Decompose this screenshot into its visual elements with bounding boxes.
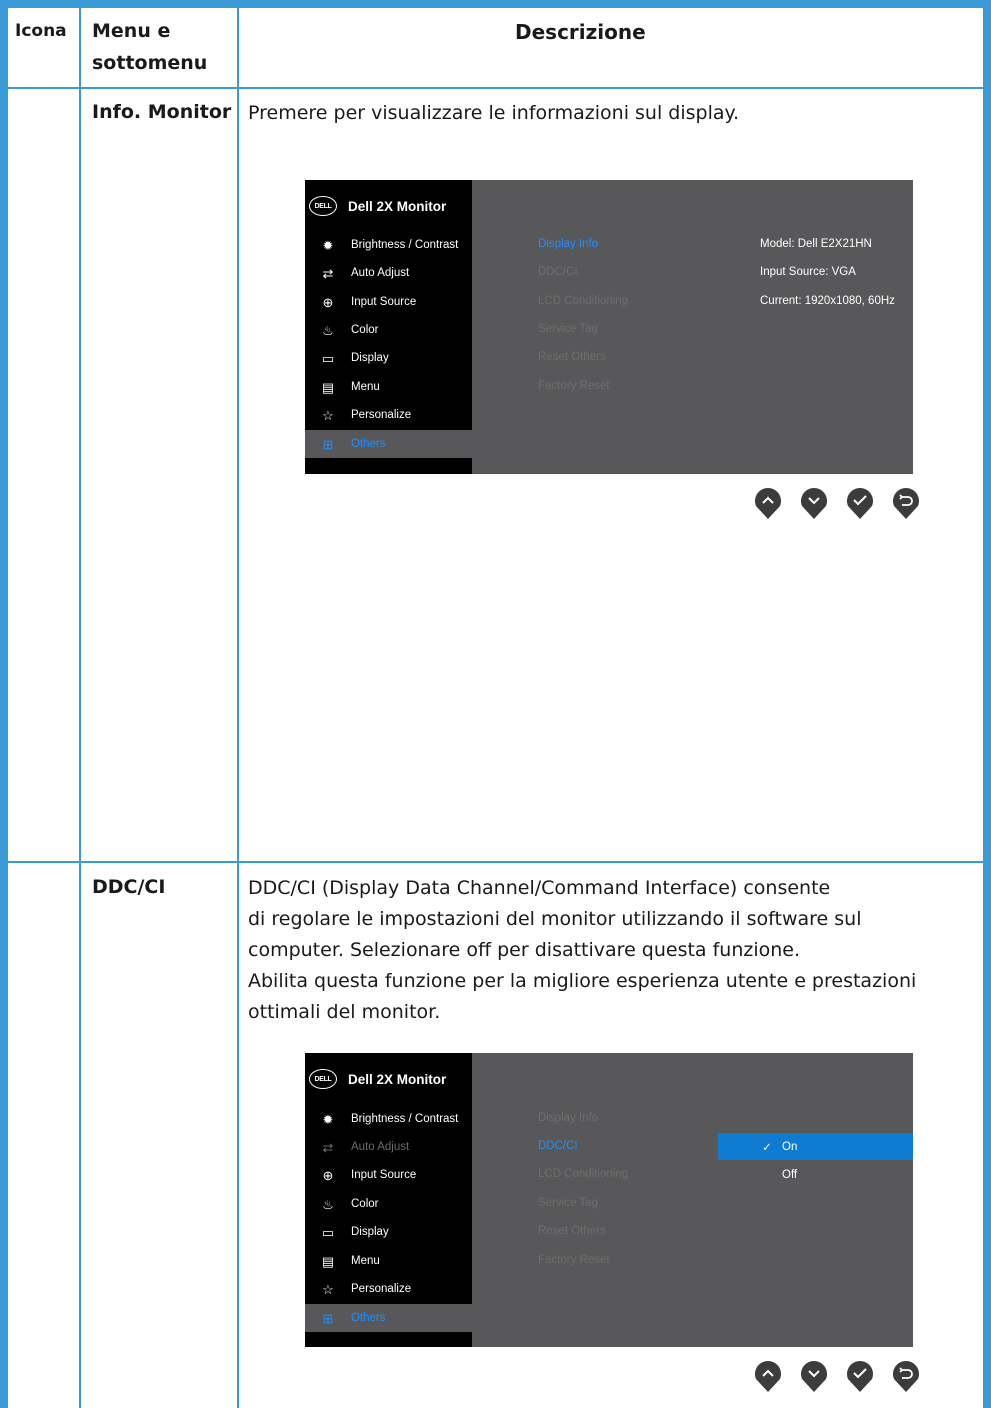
table-border-left xyxy=(0,0,8,1408)
osd-title: Dell 2X Monitor xyxy=(348,198,447,214)
dell-logo: DELL xyxy=(309,1069,337,1089)
osd-menu-item-menu: ▤ Menu xyxy=(305,373,472,401)
description-line: DDC/CI (Display Data Channel/Command Int… xyxy=(248,877,831,899)
osd-brand: DELL Dell 2X Monitor xyxy=(309,1067,446,1091)
up-icon xyxy=(753,486,783,520)
column-divider-2 xyxy=(237,8,239,1408)
osd-submenu-service-tag: Service Tag xyxy=(538,1197,598,1209)
description-line: computer. Selezionare off per disattivar… xyxy=(248,939,801,961)
auto-adjust-icon: ⇄ xyxy=(322,265,334,281)
dell-logo: DELL xyxy=(309,196,337,216)
osd-menu-item-display: ▭ Display xyxy=(305,344,472,372)
osd-submenu-factory-reset: Factory Reset xyxy=(538,1254,610,1266)
description-info-monitor: Premere per visualizzare le informazioni… xyxy=(248,98,739,129)
osd-screenshot-ddcci: DELL Dell 2X Monitor ✹ Brightness / Contr… xyxy=(305,1053,913,1347)
osd-menu-item-auto-adjust: ⇄ Auto Adjust xyxy=(305,1133,472,1161)
osd-menu-item-input-source: ⊕ Input Source xyxy=(305,1161,472,1189)
menu-label-ddcci: DDC/CI xyxy=(92,876,166,898)
osd-menu-item-others: ⊞ Others xyxy=(305,1304,472,1332)
osd-menu-item-personalize: ☆ Personalize xyxy=(305,401,472,429)
header-description-column: Descrizione xyxy=(515,20,646,44)
osd-menu-item-brightness: ✹ Brightness / Contrast xyxy=(305,1105,472,1133)
osd-brand: DELL Dell 2X Monitor xyxy=(309,194,446,218)
osd-menu-item-auto-adjust: ⇄ Auto Adjust xyxy=(305,259,472,287)
header-icon-column: Icona xyxy=(15,21,67,41)
down-icon xyxy=(799,486,829,520)
osd-submenu-ddcci: DDC/CI xyxy=(538,266,578,278)
header-divider xyxy=(8,87,983,89)
row-divider xyxy=(8,861,983,863)
osd-title: Dell 2X Monitor xyxy=(348,1071,447,1087)
osd-main-menu: DELL Dell 2X Monitor ✹ Brightness / Contr… xyxy=(305,1053,472,1347)
input-source-icon: ⊕ xyxy=(322,294,334,310)
osd-menu-item-color: ♨ Color xyxy=(305,1190,472,1218)
others-icon: ⊞ xyxy=(322,436,334,452)
osd-menu-item-brightness: ✹ Brightness / Contrast xyxy=(305,231,472,259)
osd-buttons-info xyxy=(753,486,937,520)
manual-page: Icona Menu e sottomenu Descrizione Info.… xyxy=(0,0,991,1408)
up-icon xyxy=(753,1359,783,1393)
osd-submenu-lcd-conditioning: LCD Conditioning xyxy=(538,295,629,307)
osd-submenu-display-info: Display Info xyxy=(538,1112,599,1124)
osd-submenu-display-info: Display Info xyxy=(538,238,599,250)
osd-buttons-ddcci xyxy=(753,1359,937,1393)
osd-submenu-reset-others: Reset Others xyxy=(538,351,606,363)
down-icon xyxy=(799,1359,829,1393)
menu-icon: ▤ xyxy=(321,1253,335,1269)
description-ddcci: DDC/CI (Display Data Channel/Command Int… xyxy=(248,873,916,1028)
star-icon: ☆ xyxy=(322,407,334,423)
check-icon xyxy=(845,1359,875,1393)
table-border-top xyxy=(0,0,991,8)
description-line: Abilita questa funzione per la migliore … xyxy=(248,970,917,992)
header-menu-column-line2: sottomenu xyxy=(92,52,208,74)
osd-info-resolution: Current: 1920x1080, 60Hz xyxy=(760,295,895,307)
description-line: di regolare le impostazioni del monitor … xyxy=(248,908,862,930)
osd-option-on: ✓ On xyxy=(718,1133,913,1160)
description-line: Premere per visualizzare le informazioni… xyxy=(248,102,740,124)
osd-screenshot-info: DELL Dell 2X Monitor ✹ Brightness / Contr… xyxy=(305,180,913,474)
osd-submenu-factory-reset: Factory Reset xyxy=(538,380,610,392)
color-icon: ♨ xyxy=(322,1196,334,1212)
check-icon xyxy=(845,486,875,520)
header-menu-column-line1: Menu e xyxy=(92,20,171,42)
menu-label-info-monitor: Info. Monitor xyxy=(92,101,232,123)
checkmark-icon: ✓ xyxy=(762,1141,772,1154)
color-icon: ♨ xyxy=(322,322,334,338)
osd-info-model: Model: Dell E2X21HN xyxy=(760,238,872,250)
back-icon xyxy=(891,486,921,520)
osd-info-input-source: Input Source: VGA xyxy=(760,266,856,278)
table-border-right xyxy=(983,0,991,1408)
osd-option-off: Off xyxy=(782,1168,798,1181)
osd-menu-item-color: ♨ Color xyxy=(305,316,472,344)
column-divider-1 xyxy=(79,8,81,1408)
osd-menu-item-input-source: ⊕ Input Source xyxy=(305,288,472,316)
osd-main-menu: DELL Dell 2X Monitor ✹ Brightness / Contr… xyxy=(305,180,472,474)
sun-icon: ✹ xyxy=(322,1111,334,1127)
display-icon: ▭ xyxy=(321,350,335,366)
osd-menu-item-others: ⊞ Others xyxy=(305,430,472,458)
menu-icon: ▤ xyxy=(321,379,335,395)
osd-menu-item-display: ▭ Display xyxy=(305,1218,472,1246)
osd-menu-item-menu: ▤ Menu xyxy=(305,1247,472,1275)
osd-menu-item-personalize: ☆ Personalize xyxy=(305,1275,472,1303)
description-line: ottimali del monitor. xyxy=(248,1001,441,1023)
back-icon xyxy=(891,1359,921,1393)
display-icon: ▭ xyxy=(321,1224,335,1240)
osd-submenu-service-tag: Service Tag xyxy=(538,323,598,335)
osd-submenu-reset-others: Reset Others xyxy=(538,1225,606,1237)
star-icon: ☆ xyxy=(322,1281,334,1297)
osd-submenu-ddcci: DDC/CI xyxy=(538,1140,578,1152)
osd-submenu-lcd-conditioning: LCD Conditioning xyxy=(538,1168,629,1180)
input-source-icon: ⊕ xyxy=(322,1167,334,1183)
others-icon: ⊞ xyxy=(322,1310,334,1326)
sun-icon: ✹ xyxy=(322,237,334,253)
auto-adjust-icon: ⇄ xyxy=(322,1139,334,1155)
